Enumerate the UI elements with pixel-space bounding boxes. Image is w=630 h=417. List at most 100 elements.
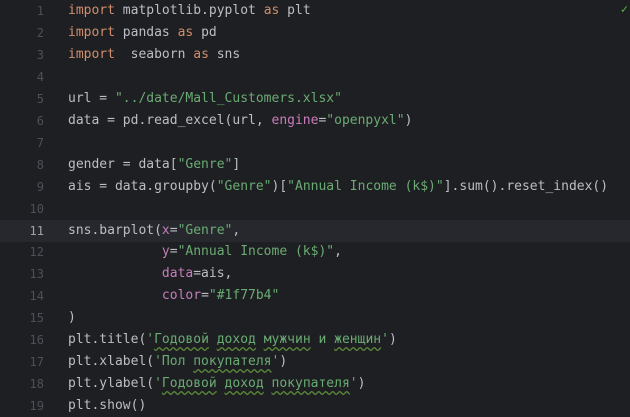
- code-line[interactable]: 17 plt.xlabel('Пол покупателя'): [0, 351, 630, 373]
- code-token: "#1f77b4": [208, 288, 280, 304]
- code-token: plt.title(: [68, 332, 147, 348]
- code-token: )[: [271, 178, 288, 194]
- code-line[interactable]: 5 url = "../date/Mall_Customers.xlsx": [0, 88, 630, 110]
- code-line[interactable]: 14 color="#1f77b4": [0, 285, 630, 307]
- code-token: plt.xlabel(: [68, 354, 155, 370]
- code-token: "Annual Income (k$)": [177, 244, 335, 260]
- line-number[interactable]: 17: [0, 351, 44, 373]
- code-line[interactable]: 3 import seaborn as sns: [0, 44, 630, 66]
- code-line[interactable]: 8 gender = data["Genre"]: [0, 154, 630, 176]
- code-text[interactable]: import matplotlib.pyplot as plt: [68, 0, 311, 22]
- code-token: ].sum().reset_index(): [443, 178, 609, 194]
- code-token: ): [279, 354, 288, 370]
- line-number[interactable]: 6: [0, 110, 44, 132]
- code-token: as: [193, 46, 209, 62]
- line-number[interactable]: 10: [0, 198, 44, 220]
- code-token: plt: [279, 3, 311, 18]
- code-text[interactable]: data = pd.read_excel(url, engine="openpy…: [68, 110, 412, 132]
- line-number[interactable]: 12: [0, 241, 44, 263]
- code-editor[interactable]: ✓ 1 import matplotlib.pyplot as plt 2 impor…: [0, 0, 630, 417]
- code-token: "Genre": [216, 178, 272, 194]
- code-token: "Genre": [177, 156, 233, 172]
- line-number[interactable]: 9: [0, 176, 44, 198]
- code-token: =: [169, 222, 178, 238]
- spellcheck-word: доход: [224, 376, 264, 392]
- code-line[interactable]: 10: [0, 198, 630, 220]
- code-token: "../date/Mall_Customers.xlsx": [114, 90, 342, 106]
- code-token: x: [161, 222, 170, 238]
- line-number[interactable]: 4: [0, 66, 44, 88]
- code-token: matplotlib.pyplot: [114, 3, 264, 18]
- spellcheck-word: женщин: [334, 332, 382, 348]
- code-line[interactable]: 19 plt.show(): [0, 395, 630, 417]
- code-token: 'Пол покупателя': [154, 354, 280, 370]
- line-number[interactable]: 8: [0, 154, 44, 176]
- code-token: pd: [193, 24, 217, 40]
- line-number[interactable]: 3: [0, 44, 44, 66]
- code-line[interactable]: 18 plt.ylabel('Годовой доход покупателя'): [0, 373, 630, 395]
- spellcheck-word: доход: [216, 332, 256, 348]
- code-line[interactable]: 6 data = pd.read_excel(url, engine="openp…: [0, 110, 630, 132]
- code-text[interactable]: sns.barplot(x="Genre",: [68, 220, 240, 242]
- line-number[interactable]: 2: [0, 22, 44, 44]
- line-number[interactable]: 14: [0, 285, 44, 307]
- line-number[interactable]: 19: [0, 395, 44, 417]
- code-token: seaborn: [114, 46, 194, 62]
- code-token: =: [169, 244, 178, 260]
- code-token: import: [68, 3, 115, 18]
- code-text[interactable]: plt.xlabel('Пол покупателя'): [68, 351, 287, 373]
- code-text[interactable]: url = "../date/Mall_Customers.xlsx": [68, 88, 342, 110]
- spellcheck-word: Годовой: [161, 376, 217, 392]
- code-line[interactable]: 1 import matplotlib.pyplot as plt: [0, 0, 630, 22]
- code-text[interactable]: import seaborn as sns: [68, 44, 240, 66]
- code-line[interactable]: 12 y="Annual Income (k$)",: [0, 241, 630, 263]
- code-token: plt.show(): [68, 398, 147, 414]
- code-token: ): [68, 310, 76, 326]
- spellcheck-word: Годовой: [154, 332, 209, 348]
- code-token: as: [177, 24, 194, 40]
- code-line[interactable]: 7: [0, 132, 630, 154]
- code-text[interactable]: color="#1f77b4": [68, 285, 279, 307]
- code-token: gender = data[: [68, 156, 178, 172]
- code-text[interactable]: ais = data.groupby("Genre")["Annual Inco…: [68, 176, 608, 198]
- code-text[interactable]: data=ais,: [68, 263, 232, 285]
- code-line[interactable]: 15): [0, 307, 630, 329]
- code-text[interactable]: plt.title('Годовой доход мужчин и женщин…: [68, 329, 397, 351]
- line-number[interactable]: 5: [0, 88, 44, 110]
- line-number[interactable]: 7: [0, 132, 44, 154]
- code-text[interactable]: ): [68, 307, 76, 329]
- code-token: 'Годовой доход покупателя': [154, 376, 358, 392]
- line-number[interactable]: 13: [0, 263, 44, 285]
- code-token: engine: [271, 112, 319, 128]
- code-token: =ais,: [193, 266, 233, 282]
- code-token: 'Годовой доход мужчин и женщин': [146, 332, 389, 348]
- code-text[interactable]: gender = data["Genre"]: [68, 154, 240, 176]
- code-text[interactable]: y="Annual Income (k$)",: [68, 241, 342, 263]
- code-line[interactable]: 11 sns.barplot(x="Genre",: [0, 219, 630, 242]
- code-token: data: [161, 266, 194, 282]
- spellcheck-word: покупателя: [193, 354, 272, 370]
- code-token: url =: [68, 90, 115, 106]
- code-line[interactable]: 4: [0, 66, 630, 88]
- code-token: ais = data.groupby(: [68, 178, 217, 194]
- code-text[interactable]: import pandas as pd: [68, 22, 217, 44]
- code-line[interactable]: 9 ais = data.groupby("Genre")["Annual Inc…: [0, 176, 630, 198]
- line-number[interactable]: 15: [0, 307, 44, 329]
- line-number[interactable]: 1: [0, 0, 44, 22]
- code-line[interactable]: 13 data=ais,: [0, 263, 630, 285]
- code-token: color: [161, 288, 202, 304]
- code-line[interactable]: 2 import pandas as pd: [0, 22, 630, 44]
- code-token: import: [68, 46, 115, 62]
- line-number[interactable]: 16: [0, 329, 44, 351]
- code-text[interactable]: plt.ylabel('Годовой доход покупателя'): [68, 373, 365, 395]
- code-token: pandas: [114, 24, 178, 40]
- line-number[interactable]: 11: [0, 220, 44, 242]
- line-number[interactable]: 18: [0, 373, 44, 395]
- code-text[interactable]: plt.show(): [68, 395, 146, 417]
- code-line[interactable]: 16 plt.title('Годовой доход мужчин и женщ…: [0, 329, 630, 351]
- code-token: =: [201, 288, 209, 304]
- code-token: sns.barplot(: [68, 222, 162, 238]
- code-token: ): [404, 112, 413, 128]
